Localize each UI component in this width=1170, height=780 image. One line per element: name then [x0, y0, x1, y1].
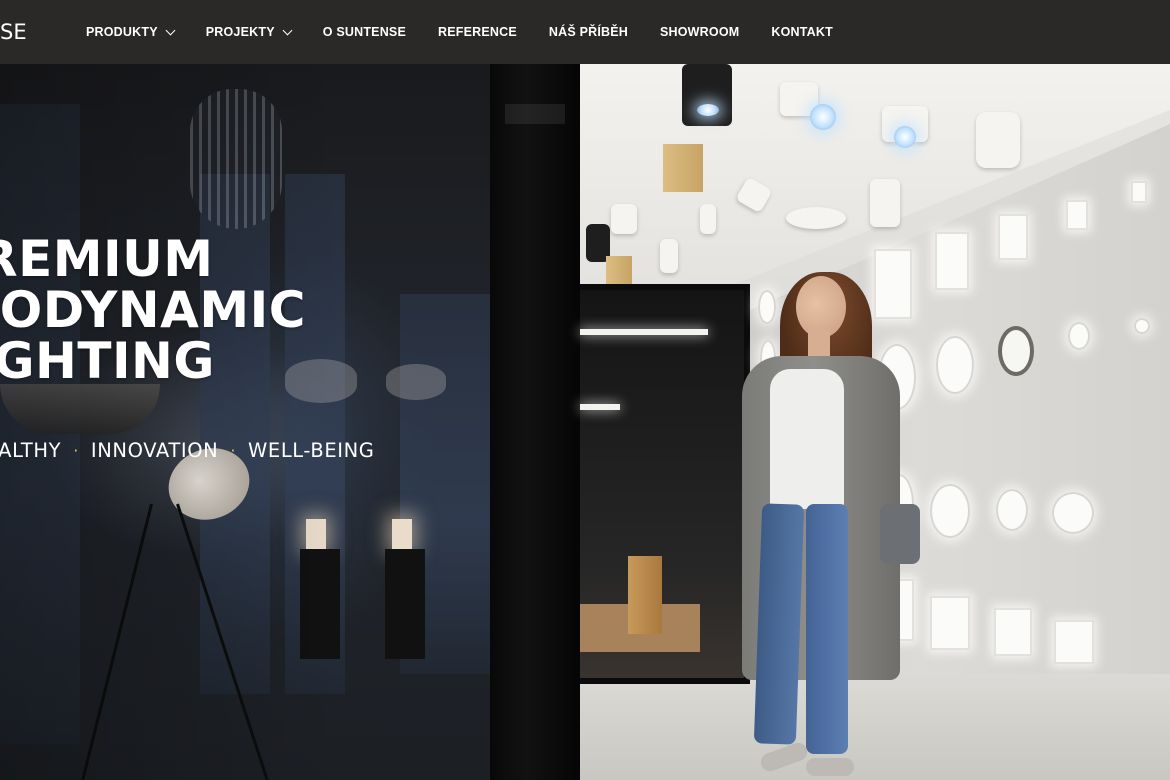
tagline-separator: ·	[230, 441, 237, 460]
menu-item-o-suntense[interactable]: O SUNTENSE	[323, 25, 406, 39]
menu-item-label: PRODUKTY	[86, 25, 158, 39]
ceiling-spotlight	[611, 204, 637, 234]
menu-item-label: O SUNTENSE	[322, 25, 406, 39]
top-navigation-bar: SE PRODUKTY PROJEKTY O SUNTENSE REFERENC…	[0, 0, 1170, 64]
linear-light	[580, 404, 620, 410]
ceiling-spotlight	[870, 179, 900, 227]
menu-item-label: SHOWROOM	[660, 25, 740, 39]
woman-shoe	[806, 758, 854, 776]
menu-item-reference[interactable]: REFERENCE	[438, 25, 517, 39]
ceiling-spotlight	[682, 64, 732, 126]
menu-item-nas-pribeh[interactable]: NÁŠ PŘÍBĚH	[549, 25, 628, 39]
wall-round-panel	[936, 336, 974, 394]
woman-neck	[808, 329, 830, 359]
ceiling-spotlight	[976, 112, 1020, 168]
menu-item-showroom[interactable]: SHOWROOM	[660, 25, 739, 39]
woman-jeans	[753, 503, 805, 745]
wall-square-panel	[930, 596, 970, 650]
tagline-word: HEALTHY	[0, 439, 62, 462]
headline-line: BIODYNAMIC	[0, 281, 306, 339]
hero-section: PREMIUM BIODYNAMIC LIGHTING HEALTHY · IN…	[0, 64, 1170, 780]
menu-item-projekty[interactable]: PROJEKTY	[205, 25, 293, 39]
menu-item-produkty[interactable]: PRODUKTY	[86, 25, 176, 39]
spotlight-lens	[810, 104, 836, 130]
main-menu: PRODUKTY PROJEKTY O SUNTENSE REFERENCE N…	[86, 0, 865, 64]
chevron-down-icon	[282, 25, 293, 35]
wall-square-panel	[1054, 620, 1094, 664]
wall-square-panel	[874, 249, 912, 319]
hero-headline: PREMIUM BIODYNAMIC LIGHTING	[0, 234, 306, 387]
wall-square-panel	[935, 232, 969, 290]
track-spotlight	[660, 239, 678, 273]
tagline-separator: ·	[73, 441, 79, 460]
wooden-spotlight	[663, 144, 703, 192]
track-spotlight	[700, 204, 716, 234]
linear-light	[580, 329, 708, 335]
woman-white-blouse	[770, 369, 844, 509]
headline-line: PREMIUM	[0, 230, 214, 288]
showroom-floor	[580, 674, 1170, 780]
brand-logo[interactable]: SE	[0, 18, 27, 46]
vignette-overlay	[0, 64, 580, 780]
hero-background-image	[0, 64, 1170, 780]
wall-square-panel	[1131, 181, 1147, 203]
wall-round-panel	[996, 489, 1028, 531]
woman-jeans	[806, 504, 848, 754]
wall-round-panel	[998, 326, 1034, 376]
wall-round-panel	[1134, 318, 1150, 334]
wall-square-panel	[998, 214, 1028, 260]
menu-item-label: NÁŠ PŘÍBĚH	[548, 25, 628, 39]
wall-round-panel	[1052, 492, 1094, 534]
inner-room-frame	[580, 284, 750, 684]
wall-round-panel	[758, 290, 776, 324]
headline-line: LIGHTING	[0, 332, 215, 390]
wooden-spotlight	[606, 256, 632, 284]
menu-item-label: PROJEKTY	[205, 25, 275, 39]
menu-item-label: REFERENCE	[438, 25, 517, 39]
tagline-word: INNOVATION	[90, 439, 219, 462]
menu-item-label: KONTAKT	[771, 25, 833, 39]
spotlight-lens	[894, 126, 916, 148]
ceiling-disc-light	[786, 207, 846, 229]
woman-handbag	[880, 504, 920, 564]
wall-round-panel	[1068, 322, 1090, 350]
chevron-down-icon	[165, 25, 176, 35]
wall-square-panel	[1066, 200, 1088, 230]
tagline-word: WELL-BEING	[248, 439, 375, 462]
menu-item-kontakt[interactable]: KONTAKT	[771, 25, 833, 39]
wall-square-panel	[994, 608, 1032, 656]
wall-round-panel	[930, 484, 970, 538]
hero-tagline: HEALTHY · INNOVATION · WELL-BEING	[0, 439, 375, 462]
